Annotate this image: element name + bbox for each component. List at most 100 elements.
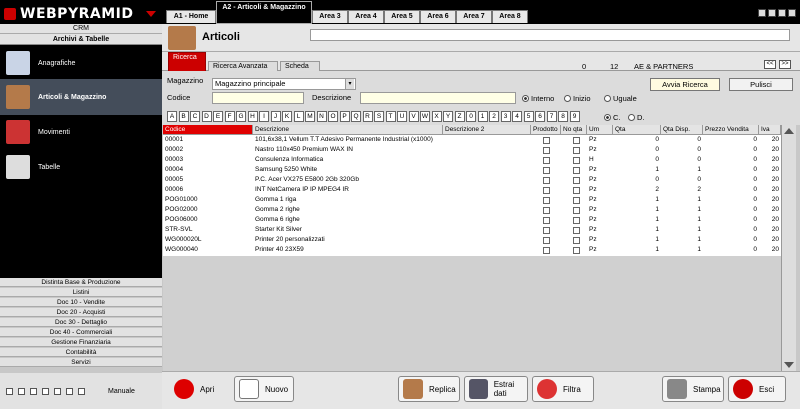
column-header[interactable]: Qta — [613, 125, 661, 135]
sidebar-item-articoli[interactable]: Articoli & Magazzino — [0, 79, 162, 115]
tab-area4[interactable]: Area 4 — [348, 10, 384, 23]
sidebar-item-anagrafiche[interactable]: Anagrafiche — [0, 45, 162, 81]
checkbox[interactable] — [573, 207, 580, 214]
table-row[interactable]: 00005 P.C. Acer VX275 E5800 2Gb 320Gb Pz 0 0… — [163, 175, 781, 185]
table-row[interactable]: 00004 Samsung 5250 White Pz 1 1 0 20 — [163, 165, 781, 175]
letter-button[interactable]: B — [178, 111, 189, 122]
checkbox[interactable] — [543, 147, 550, 154]
letter-button[interactable]: E — [213, 111, 223, 122]
table-row[interactable]: POG06000 Gomma 6 righe Pz 1 1 0 20 — [163, 215, 781, 225]
chevron-down-icon[interactable]: ▾ — [345, 79, 354, 89]
column-header[interactable]: Descrizione 2 — [443, 125, 531, 135]
letter-button[interactable]: Q — [351, 111, 361, 122]
vertical-scrollbar[interactable] — [781, 125, 796, 371]
table-row[interactable]: 00006 INT NetCamera IP IP MPEG4 IR Pz 2 2 0 20 — [163, 185, 781, 195]
checkbox[interactable] — [30, 387, 37, 395]
letter-button[interactable]: H — [247, 111, 258, 122]
checkbox[interactable] — [543, 157, 550, 164]
close-icon[interactable] — [788, 9, 796, 17]
letter-button[interactable]: 2 — [489, 111, 499, 122]
checkbox[interactable] — [66, 387, 73, 395]
letter-button[interactable]: L — [293, 111, 304, 122]
filtra-button[interactable]: Filtra — [532, 376, 594, 402]
letter-button[interactable]: V — [408, 111, 419, 122]
checkbox[interactable] — [543, 247, 550, 254]
nuovo-button[interactable]: Nuovo — [234, 376, 294, 402]
letter-button[interactable]: 0 — [466, 111, 476, 122]
table-row[interactable]: 00001 101,6x38,1 Vellum T.T Adesivo Perma… — [163, 135, 781, 145]
checkbox[interactable] — [54, 387, 61, 395]
tab-area8[interactable]: Area 8 — [492, 10, 528, 23]
table-row[interactable]: 00003 Consulenza Informatica H 0 0 0 20 — [163, 155, 781, 165]
letter-button[interactable]: D — [201, 111, 212, 122]
checkbox[interactable] — [573, 167, 580, 174]
letter-button[interactable]: K — [282, 111, 292, 122]
tab-articoli[interactable]: A2 - Articoli & Magazzino — [216, 1, 312, 24]
checkbox[interactable] — [18, 387, 25, 395]
column-header[interactable]: Um — [587, 125, 613, 135]
checkbox[interactable] — [543, 187, 550, 194]
checkbox[interactable] — [573, 217, 580, 224]
letter-button[interactable]: 8 — [558, 111, 568, 122]
letter-button[interactable]: 3 — [500, 111, 511, 122]
tab-area6[interactable]: Area 6 — [420, 10, 456, 23]
menu-servizi[interactable]: Servizi — [0, 358, 162, 367]
letter-button[interactable]: R — [362, 111, 373, 122]
menu-doc20[interactable]: Doc 20 - Acquisti — [0, 308, 162, 317]
esci-button[interactable]: Esci — [728, 376, 786, 402]
letter-button[interactable]: P — [339, 111, 350, 122]
table-row[interactable]: POG02000 Gomma 2 righe Pz 1 1 0 20 — [163, 205, 781, 215]
column-header[interactable]: Qta Disp. — [661, 125, 703, 135]
manual-link[interactable]: Manuale — [108, 388, 135, 395]
chevron-down-icon[interactable] — [146, 11, 156, 17]
restore-icon[interactable] — [768, 9, 776, 17]
letter-button[interactable]: Y — [443, 111, 453, 122]
checkbox[interactable] — [573, 147, 580, 154]
menu-listini[interactable]: Listini — [0, 288, 162, 297]
table-row[interactable]: 00002 Nastro 110x450 Premium WAX IN Pz 0 0 0 2… — [163, 145, 781, 155]
checkbox[interactable] — [573, 247, 580, 254]
descrizione-input[interactable] — [360, 92, 516, 104]
table-row[interactable]: STR-SVL Starter Kit Silver Pz 1 1 0 20 — [163, 225, 781, 235]
letter-button[interactable]: A — [167, 111, 177, 122]
avvia-ricerca-button[interactable]: Avvia Ricerca — [650, 78, 720, 91]
letter-button[interactable]: S — [374, 111, 384, 122]
order-crescente-radio[interactable]: C. — [604, 113, 621, 122]
tab-home[interactable]: A1 - Home — [166, 10, 216, 23]
letter-button[interactable]: 4 — [512, 111, 522, 122]
estrai-dati-button[interactable]: Estrai dati — [464, 376, 528, 402]
sidebar-item-tabelle[interactable]: Tabelle — [0, 149, 162, 185]
checkbox[interactable] — [543, 197, 550, 204]
letter-button[interactable]: I — [259, 111, 269, 122]
tab-area3[interactable]: Area 3 — [312, 10, 348, 23]
checkbox[interactable] — [543, 137, 550, 144]
scroll-down-icon[interactable] — [784, 362, 794, 368]
checkbox[interactable] — [573, 137, 580, 144]
checkbox[interactable] — [78, 387, 85, 395]
table-row[interactable]: POG01000 Gomma 1 riga Pz 1 1 0 20 — [163, 195, 781, 205]
letter-button[interactable]: Z — [454, 111, 465, 122]
minimize-icon[interactable] — [758, 9, 766, 17]
letter-button[interactable]: 1 — [477, 111, 488, 122]
letter-button[interactable]: X — [431, 111, 442, 122]
radio-inizio[interactable]: Inizio — [564, 94, 591, 103]
table-row[interactable]: WG000040 Printer 40 23X59 Pz 1 1 0 20 — [163, 245, 781, 255]
checkbox[interactable] — [42, 387, 49, 395]
stampa-button[interactable]: Stampa — [662, 376, 724, 402]
replica-button[interactable]: Replica — [398, 376, 460, 402]
checkbox[interactable] — [573, 237, 580, 244]
tab-area7[interactable]: Area 7 — [456, 10, 492, 23]
menu-gestione-finanziaria[interactable]: Gestione Finanziaria — [0, 338, 162, 347]
letter-button[interactable]: O — [328, 111, 338, 122]
letter-button[interactable]: J — [270, 111, 281, 122]
checkbox[interactable] — [573, 177, 580, 184]
prev-page-button[interactable]: << — [764, 60, 776, 69]
checkbox[interactable] — [573, 197, 580, 204]
column-header[interactable]: Codice — [163, 125, 253, 135]
menu-contabilita[interactable]: Contabilità — [0, 348, 162, 357]
checkbox[interactable] — [6, 387, 13, 395]
tab-area5[interactable]: Area 5 — [384, 10, 420, 23]
letter-button[interactable]: M — [305, 111, 315, 122]
checkbox[interactable] — [573, 227, 580, 234]
tab-scheda[interactable]: Scheda — [280, 61, 320, 71]
